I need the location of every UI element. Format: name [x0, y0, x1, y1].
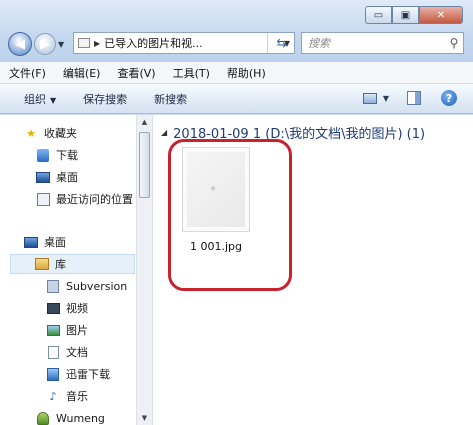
nav-subversion-label: Subversion	[66, 279, 128, 293]
chevron-down-icon: ▼	[50, 95, 57, 105]
music-note-icon: ♪	[49, 389, 57, 403]
nav-user-folder[interactable]: Wumeng	[36, 408, 105, 425]
preview-pane-icon[interactable]	[407, 91, 421, 105]
search-box[interactable]: 搜索 ⚲	[301, 32, 464, 54]
organize-label: 组织	[24, 92, 46, 106]
nav-documents[interactable]: 文档	[46, 342, 88, 362]
breadcrumb-separator-icon[interactable]: ▶	[94, 39, 100, 48]
nav-music-label: 音乐	[66, 390, 88, 403]
view-controls: ▼ ?	[362, 90, 457, 106]
refresh-icon: ⇆	[276, 36, 287, 50]
nav-documents-label: 文档	[66, 346, 88, 359]
nav-desktop[interactable]: 桌面	[24, 232, 66, 252]
subversion-icon	[46, 279, 60, 293]
nav-xunlei-downloads-label: 迅雷下载	[66, 368, 110, 381]
address-bar[interactable]: ▶ 已导入的图片和视... ▼	[73, 32, 295, 54]
refresh-button[interactable]: ⇆	[267, 33, 295, 53]
pictures-icon	[46, 323, 60, 337]
nav-user-folder-label: Wumeng	[56, 411, 105, 425]
address-path[interactable]: 已导入的图片和视...	[104, 35, 280, 51]
library-folder-icon	[35, 257, 49, 271]
nav-subversion[interactable]: Subversion	[46, 276, 127, 296]
nav-buttons: ◀ ▶ ▼	[8, 31, 64, 57]
videos-icon	[46, 301, 60, 315]
menu-view[interactable]: 查看(V)	[117, 65, 155, 81]
nav-libraries-label: 库	[55, 258, 66, 271]
window-controls: ▭ ▣ ✕	[365, 6, 463, 24]
nav-desktop-favorite-label: 桌面	[56, 171, 78, 184]
user-icon	[36, 411, 50, 425]
nav-favorites[interactable]: ★ 收藏夹	[24, 123, 77, 143]
nav-videos-label: 视频	[66, 302, 88, 315]
desktop-icon	[24, 235, 38, 249]
recent-places-icon	[36, 192, 50, 206]
close-button[interactable]: ✕	[419, 6, 463, 24]
nav-pictures-label: 图片	[66, 324, 88, 337]
forward-button[interactable]: ▶	[34, 33, 56, 55]
documents-icon	[46, 345, 60, 359]
recent-pages-dropdown[interactable]: ▼	[58, 40, 64, 49]
nav-pictures[interactable]: 图片	[46, 320, 88, 340]
nav-music[interactable]: ♪ 音乐	[46, 386, 88, 406]
command-bar: 组织 ▼ 保存搜索 新搜索 ▼ ?	[0, 84, 473, 114]
view-options-dropdown-icon[interactable]: ▼	[383, 94, 389, 103]
menu-bar: 文件(F) 编辑(E) 查看(V) 工具(T) 帮助(H)	[0, 62, 473, 84]
nav-desktop-favorite[interactable]: 桌面	[36, 167, 78, 187]
search-input[interactable]: 搜索	[302, 35, 445, 51]
menu-help[interactable]: 帮助(H)	[227, 65, 266, 81]
desktop-icon	[36, 170, 50, 184]
xunlei-icon	[46, 367, 60, 381]
maximize-button[interactable]: ▣	[392, 6, 419, 24]
scroll-down-icon[interactable]: ▼	[137, 411, 152, 425]
back-button[interactable]: ◀	[8, 32, 32, 56]
nav-downloads[interactable]: 下载	[36, 145, 78, 165]
organize-button[interactable]: 组织 ▼	[24, 91, 56, 107]
red-highlight-annotation	[168, 139, 292, 291]
navigation-scrollbar[interactable]: ▲ ▼	[136, 115, 152, 425]
nav-desktop-label: 桌面	[44, 236, 66, 249]
nav-videos[interactable]: 视频	[46, 298, 88, 318]
star-icon: ★	[26, 126, 36, 140]
scroll-thumb[interactable]	[139, 132, 150, 198]
arrow-left-icon: ◀	[15, 36, 25, 52]
menu-edit[interactable]: 编辑(E)	[63, 65, 101, 81]
nav-recent-places[interactable]: 最近访问的位置	[36, 189, 133, 209]
downloads-folder-icon	[36, 148, 50, 162]
arrow-right-icon: ▶	[40, 36, 50, 52]
nav-favorites-label: 收藏夹	[44, 127, 77, 140]
scroll-up-icon[interactable]: ▲	[137, 115, 152, 129]
nav-recent-places-label: 最近访问的位置	[56, 193, 133, 206]
search-icon[interactable]: ⚲	[445, 36, 463, 50]
menu-tools[interactable]: 工具(T)	[173, 65, 210, 81]
help-icon[interactable]: ?	[441, 90, 457, 106]
menu-file[interactable]: 文件(F)	[9, 65, 46, 81]
collapse-group-icon[interactable]: ◢	[161, 128, 167, 137]
folder-icon	[78, 38, 90, 48]
change-view-icon[interactable]	[362, 92, 377, 104]
nav-xunlei-downloads[interactable]: 迅雷下载	[46, 364, 110, 384]
save-search-button[interactable]: 保存搜索	[83, 91, 127, 107]
nav-downloads-label: 下载	[56, 149, 78, 162]
nav-libraries[interactable]: 库	[10, 254, 135, 274]
new-search-button[interactable]: 新搜索	[154, 91, 187, 107]
minimize-button[interactable]: ▭	[365, 6, 392, 24]
